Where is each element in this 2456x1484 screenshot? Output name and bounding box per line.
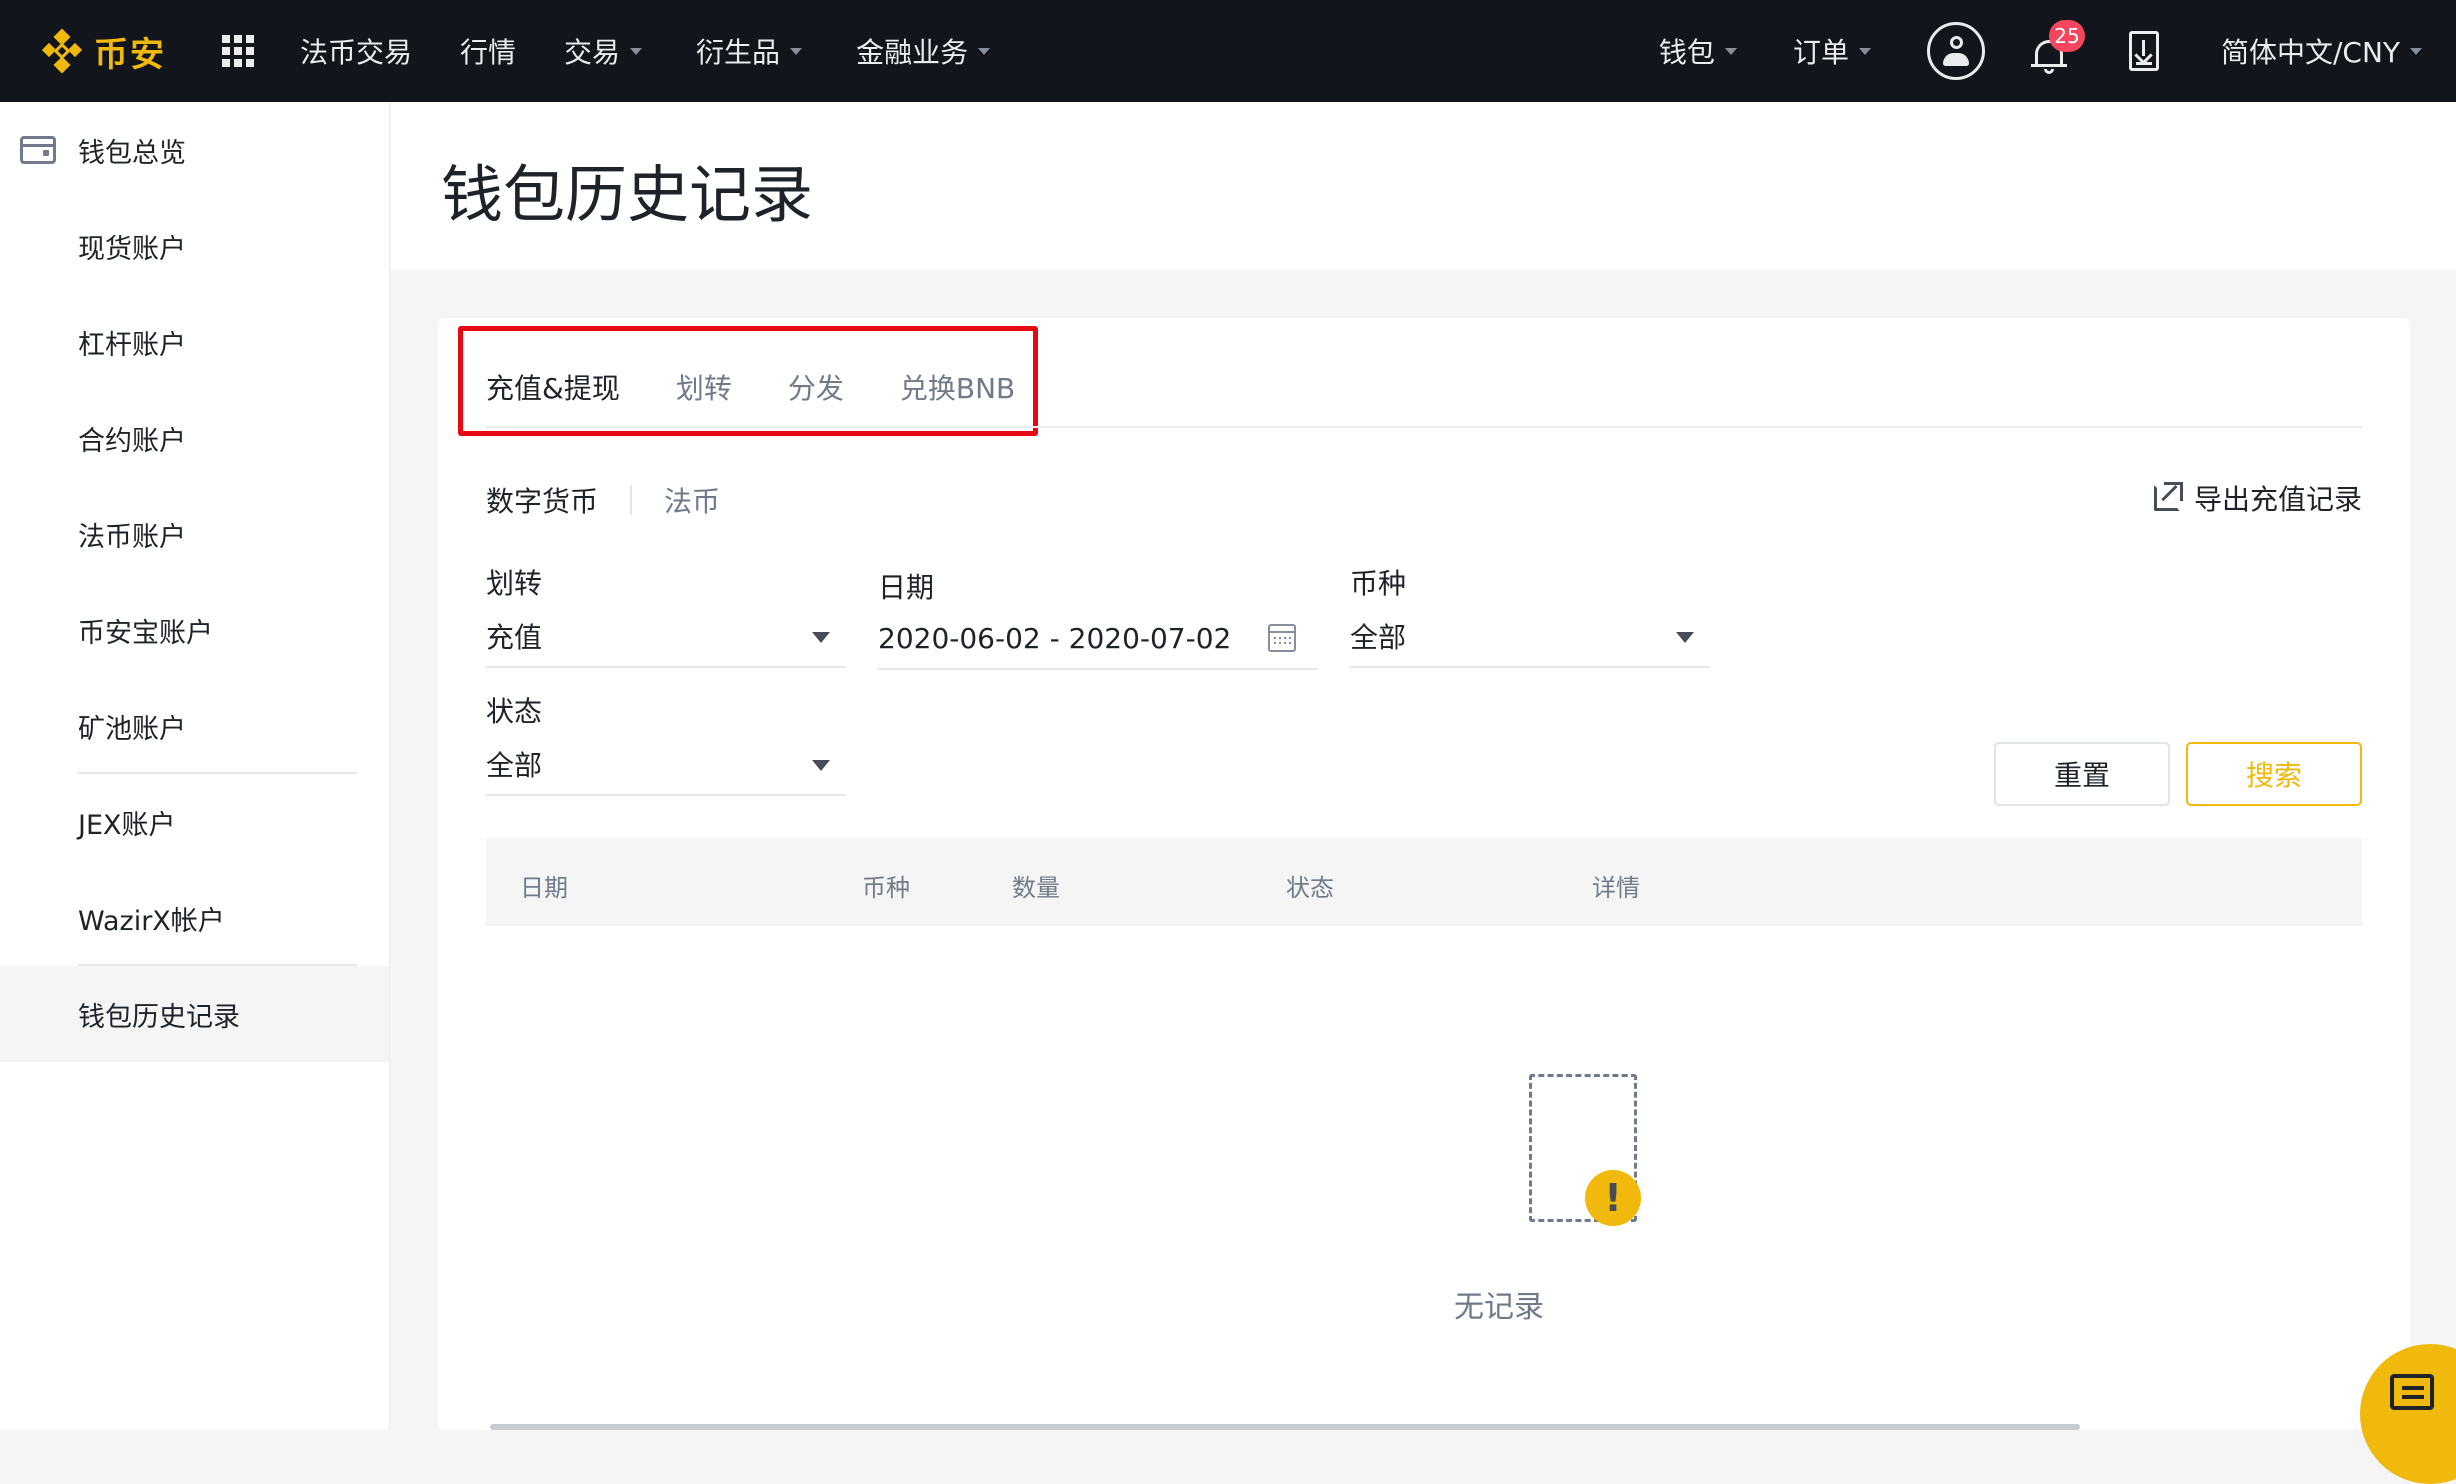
- tab-deposit-withdraw[interactable]: 充值&提现: [486, 367, 620, 407]
- subtab-separator: [630, 485, 633, 515]
- export-deposit-records-button[interactable]: 导出充值记录: [2153, 478, 2362, 518]
- wallet-sidebar: 钱包总览 现货账户 杠杆账户 合约账户 法币账户 币安宝账户 矿池账户 JEX账…: [0, 102, 390, 1430]
- chevron-down-icon: [2410, 47, 2422, 55]
- type-filter: 划转 充值: [486, 562, 846, 668]
- notification-bell-icon[interactable]: 25: [2029, 20, 2085, 76]
- tab-transfer[interactable]: 划转: [676, 367, 732, 407]
- dropdown-caret-icon: [1676, 632, 1694, 643]
- tab-distribution[interactable]: 分发: [788, 367, 844, 407]
- history-card: 充值&提现 划转 分发 兑换BNB 数字货币 法币 导出充值记录 划转 充值 日…: [438, 318, 2410, 1430]
- nav-finance[interactable]: 金融业务: [856, 31, 991, 71]
- column-status: 状态: [1286, 874, 1334, 902]
- user-account-icon[interactable]: [1926, 22, 1985, 80]
- chevron-down-icon: [790, 47, 803, 55]
- page-title: 钱包历史记录: [441, 158, 814, 231]
- reset-button[interactable]: 重置: [1994, 742, 2170, 806]
- empty-state-icon: !: [1529, 1074, 1641, 1226]
- history-tabs: 充值&提现 划转 分发 兑换BNB: [486, 362, 1071, 412]
- horizontal-scrollbar[interactable]: [490, 1424, 2080, 1430]
- notification-count-badge: 25: [2048, 20, 2085, 52]
- language-currency-selector[interactable]: 简体中文/CNY: [2221, 31, 2422, 71]
- nav-markets[interactable]: 行情: [460, 31, 516, 71]
- nav-wallet[interactable]: 钱包: [1659, 31, 1737, 71]
- currency-type-switch: 数字货币 法币: [486, 480, 720, 520]
- sidebar-item-wallet-overview[interactable]: 钱包总览: [0, 102, 389, 198]
- sidebar-item-pool[interactable]: 矿池账户: [0, 678, 389, 774]
- dropdown-caret-icon: [812, 632, 830, 643]
- top-navbar: 币安 法币交易 行情 交易 衍生品 金融业务 钱包 订单 25 简体中文/CNY: [0, 0, 2456, 102]
- column-amount: 数量: [1012, 874, 1060, 902]
- chevron-down-icon: [1724, 47, 1737, 55]
- coin-select[interactable]: 全部: [1350, 606, 1710, 668]
- page-header: 钱包历史记录: [391, 102, 2456, 270]
- calendar-icon[interactable]: [1268, 624, 1296, 652]
- sidebar-item-futures[interactable]: 合约账户: [0, 390, 389, 486]
- empty-state-text: 无记录: [1454, 1290, 1544, 1325]
- subtab-fiat[interactable]: 法币: [664, 480, 720, 520]
- table-header: 日期 币种 数量 状态 详情: [486, 838, 2362, 926]
- column-coin: 币种: [862, 874, 910, 902]
- chevron-down-icon: [630, 47, 643, 55]
- sidebar-item-spot[interactable]: 现货账户: [0, 198, 389, 294]
- search-button[interactable]: 搜索: [2186, 742, 2362, 806]
- download-app-icon[interactable]: [2128, 31, 2159, 71]
- apps-grid-icon[interactable]: [222, 35, 254, 67]
- type-select[interactable]: 充值: [486, 606, 846, 668]
- logo-text: 币安: [94, 34, 166, 75]
- type-filter-label: 划转: [486, 567, 543, 600]
- sidebar-item-fiat[interactable]: 法币账户: [0, 486, 389, 582]
- nav-orders[interactable]: 订单: [1793, 31, 1871, 71]
- wallet-icon: [20, 136, 56, 164]
- coin-filter-label: 币种: [1350, 567, 1407, 600]
- binance-logo-icon: [38, 27, 86, 75]
- tabs-divider: [486, 426, 2362, 428]
- tab-convert-bnb[interactable]: 兑换BNB: [900, 367, 1015, 407]
- date-filter-label: 日期: [878, 571, 935, 604]
- nav-trade[interactable]: 交易: [564, 31, 643, 71]
- chevron-down-icon: [978, 47, 991, 55]
- sidebar-item-margin[interactable]: 杠杆账户: [0, 294, 389, 390]
- subtab-crypto[interactable]: 数字货币: [486, 480, 598, 520]
- status-filter: 状态 全部: [486, 690, 846, 796]
- nav-fiat-trade[interactable]: 法币交易: [300, 31, 412, 71]
- sidebar-item-savings[interactable]: 币安宝账户: [0, 582, 389, 678]
- export-icon: [2153, 482, 2183, 511]
- date-range-input[interactable]: 2020-06-02 - 2020-07-02: [878, 608, 1318, 670]
- nav-derivatives[interactable]: 衍生品: [696, 31, 803, 71]
- chevron-down-icon: [1858, 47, 1871, 55]
- sidebar-item-jex[interactable]: JEX账户: [0, 774, 389, 870]
- coin-filter: 币种 全部: [1350, 562, 1710, 668]
- chat-icon: [2390, 1374, 2434, 1410]
- binance-logo[interactable]: 币安: [38, 27, 166, 76]
- sidebar-item-wallet-history[interactable]: 钱包历史记录: [0, 966, 389, 1062]
- column-details: 详情: [1592, 874, 1640, 902]
- column-date: 日期: [520, 874, 568, 902]
- sidebar-item-wazirx[interactable]: WazirX帐户: [0, 870, 389, 966]
- status-filter-label: 状态: [486, 695, 543, 728]
- status-select[interactable]: 全部: [486, 734, 846, 796]
- dropdown-caret-icon: [812, 760, 830, 771]
- date-filter: 日期 2020-06-02 - 2020-07-02: [878, 566, 1318, 670]
- warning-icon: !: [1585, 1170, 1641, 1226]
